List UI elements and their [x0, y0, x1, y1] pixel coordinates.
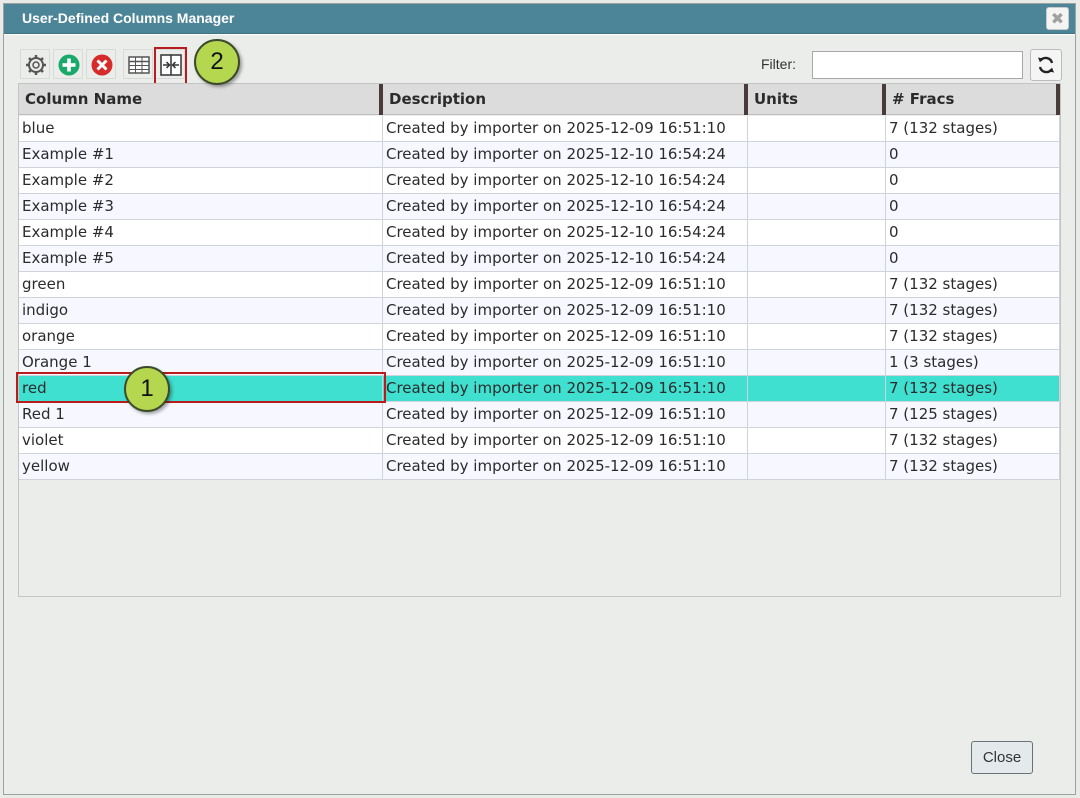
cell-fracs[interactable]: 7 (132 stages): [886, 324, 1060, 350]
cell-column-name[interactable]: Example #3: [19, 194, 383, 220]
cell-column-name[interactable]: Example #1: [19, 142, 383, 168]
cell-units[interactable]: [748, 168, 886, 194]
cell-description[interactable]: Created by importer on 2025-12-09 16:51:…: [383, 116, 748, 142]
table-button[interactable]: [123, 49, 153, 79]
table-row[interactable]: blue Created by importer on 2025-12-09 16…: [19, 116, 1060, 142]
cell-units[interactable]: [748, 142, 886, 168]
cell-units[interactable]: [748, 194, 886, 220]
cell-fracs[interactable]: 0: [886, 194, 1060, 220]
delete-button[interactable]: [86, 49, 116, 79]
row-highlight-box: [16, 372, 386, 403]
settings-button[interactable]: [20, 49, 50, 79]
table-row[interactable]: yellow Created by importer on 2025-12-09 …: [19, 454, 1060, 480]
cell-description[interactable]: Created by importer on 2025-12-09 16:51:…: [383, 298, 748, 324]
cell-description[interactable]: Created by importer on 2025-12-09 16:51:…: [383, 272, 748, 298]
cell-fracs[interactable]: 7 (132 stages): [886, 428, 1060, 454]
settings-icon: [26, 55, 46, 75]
filter-input[interactable]: [812, 51, 1023, 79]
cell-column-name[interactable]: violet: [19, 428, 383, 454]
toolbar-highlight-box: [154, 47, 187, 85]
cell-units[interactable]: [748, 454, 886, 480]
table-row[interactable]: Red 1 Created by importer on 2025-12-09 1…: [19, 402, 1060, 428]
cell-description[interactable]: Created by importer on 2025-12-10 16:54:…: [383, 142, 748, 168]
cell-fracs[interactable]: 7 (132 stages): [886, 376, 1060, 402]
cell-units[interactable]: [748, 116, 886, 142]
refresh-button[interactable]: [1030, 49, 1062, 81]
cell-units[interactable]: [748, 272, 886, 298]
cell-description[interactable]: Created by importer on 2025-12-09 16:51:…: [383, 402, 748, 428]
callout-2: 2: [194, 39, 240, 85]
cell-fracs[interactable]: 0: [886, 246, 1060, 272]
cell-units[interactable]: [748, 246, 886, 272]
cell-fracs[interactable]: 7 (132 stages): [886, 272, 1060, 298]
table-row[interactable]: Example #3 Created by importer on 2025-12…: [19, 194, 1060, 220]
table-row[interactable]: Example #2 Created by importer on 2025-12…: [19, 168, 1060, 194]
columns-grid: Column Name Description Units # Fracs bl…: [18, 83, 1061, 597]
cell-description[interactable]: Created by importer on 2025-12-10 16:54:…: [383, 246, 748, 272]
cell-fracs[interactable]: 0: [886, 142, 1060, 168]
cell-fracs[interactable]: 1 (3 stages): [886, 350, 1060, 376]
cell-description[interactable]: Created by importer on 2025-12-09 16:51:…: [383, 428, 748, 454]
header-description[interactable]: Description: [383, 84, 748, 115]
window-title: User-Defined Columns Manager: [22, 10, 235, 26]
cell-units[interactable]: [748, 298, 886, 324]
table-row[interactable]: Example #1 Created by importer on 2025-12…: [19, 142, 1060, 168]
title-bar: User-Defined Columns Manager ✖: [4, 4, 1075, 34]
cell-column-name[interactable]: yellow: [19, 454, 383, 480]
cell-column-name[interactable]: indigo: [19, 298, 383, 324]
table-icon: [128, 56, 150, 74]
cell-description[interactable]: Created by importer on 2025-12-10 16:54:…: [383, 220, 748, 246]
cell-fracs[interactable]: 0: [886, 168, 1060, 194]
cell-column-name[interactable]: Red 1: [19, 402, 383, 428]
cell-description[interactable]: Created by importer on 2025-12-09 16:51:…: [383, 324, 748, 350]
cell-column-name[interactable]: green: [19, 272, 383, 298]
cell-column-name[interactable]: Example #2: [19, 168, 383, 194]
cell-description[interactable]: Created by importer on 2025-12-10 16:54:…: [383, 168, 748, 194]
cell-units[interactable]: [748, 220, 886, 246]
cell-fracs[interactable]: 0: [886, 220, 1060, 246]
cell-description[interactable]: Created by importer on 2025-12-09 16:51:…: [383, 350, 748, 376]
grid-header: Column Name Description Units # Fracs: [19, 84, 1060, 115]
close-button[interactable]: Close: [971, 741, 1033, 774]
add-icon: [58, 54, 80, 76]
header-units[interactable]: Units: [748, 84, 886, 115]
table-row[interactable]: Example #4 Created by importer on 2025-12…: [19, 220, 1060, 246]
table-row[interactable]: indigo Created by importer on 2025-12-09 …: [19, 298, 1060, 324]
dialog-content: Filter: Column Name Description Units # …: [4, 35, 1075, 794]
delete-icon: [91, 54, 113, 76]
callout-1: 1: [124, 366, 170, 412]
cell-fracs[interactable]: 7 (132 stages): [886, 116, 1060, 142]
table-row[interactable]: orange Created by importer on 2025-12-09 …: [19, 324, 1060, 350]
cell-description[interactable]: Created by importer on 2025-12-09 16:51:…: [383, 376, 748, 402]
cell-fracs[interactable]: 7 (125 stages): [886, 402, 1060, 428]
refresh-icon: [1038, 56, 1054, 74]
cell-units[interactable]: [748, 324, 886, 350]
cell-column-name[interactable]: orange: [19, 324, 383, 350]
cell-units[interactable]: [748, 350, 886, 376]
cell-units[interactable]: [748, 402, 886, 428]
table-row[interactable]: violet Created by importer on 2025-12-09 …: [19, 428, 1060, 454]
add-button[interactable]: [53, 49, 83, 79]
cell-fracs[interactable]: 7 (132 stages): [886, 298, 1060, 324]
cell-fracs[interactable]: 7 (132 stages): [886, 454, 1060, 480]
cell-column-name[interactable]: Example #5: [19, 246, 383, 272]
cell-units[interactable]: [748, 428, 886, 454]
table-row[interactable]: Example #5 Created by importer on 2025-12…: [19, 246, 1060, 272]
close-icon[interactable]: ✖: [1046, 7, 1069, 30]
cell-units[interactable]: [748, 376, 886, 402]
cell-column-name[interactable]: blue: [19, 116, 383, 142]
table-row[interactable]: green Created by importer on 2025-12-09 1…: [19, 272, 1060, 298]
filter-label: Filter:: [761, 56, 796, 72]
cell-description[interactable]: Created by importer on 2025-12-09 16:51:…: [383, 454, 748, 480]
cell-column-name[interactable]: Example #4: [19, 220, 383, 246]
header-column-name[interactable]: Column Name: [19, 84, 383, 115]
header-fracs[interactable]: # Fracs: [886, 84, 1060, 115]
columns-manager-dialog: User-Defined Columns Manager ✖ Filter: C…: [3, 3, 1076, 795]
cell-description[interactable]: Created by importer on 2025-12-10 16:54:…: [383, 194, 748, 220]
